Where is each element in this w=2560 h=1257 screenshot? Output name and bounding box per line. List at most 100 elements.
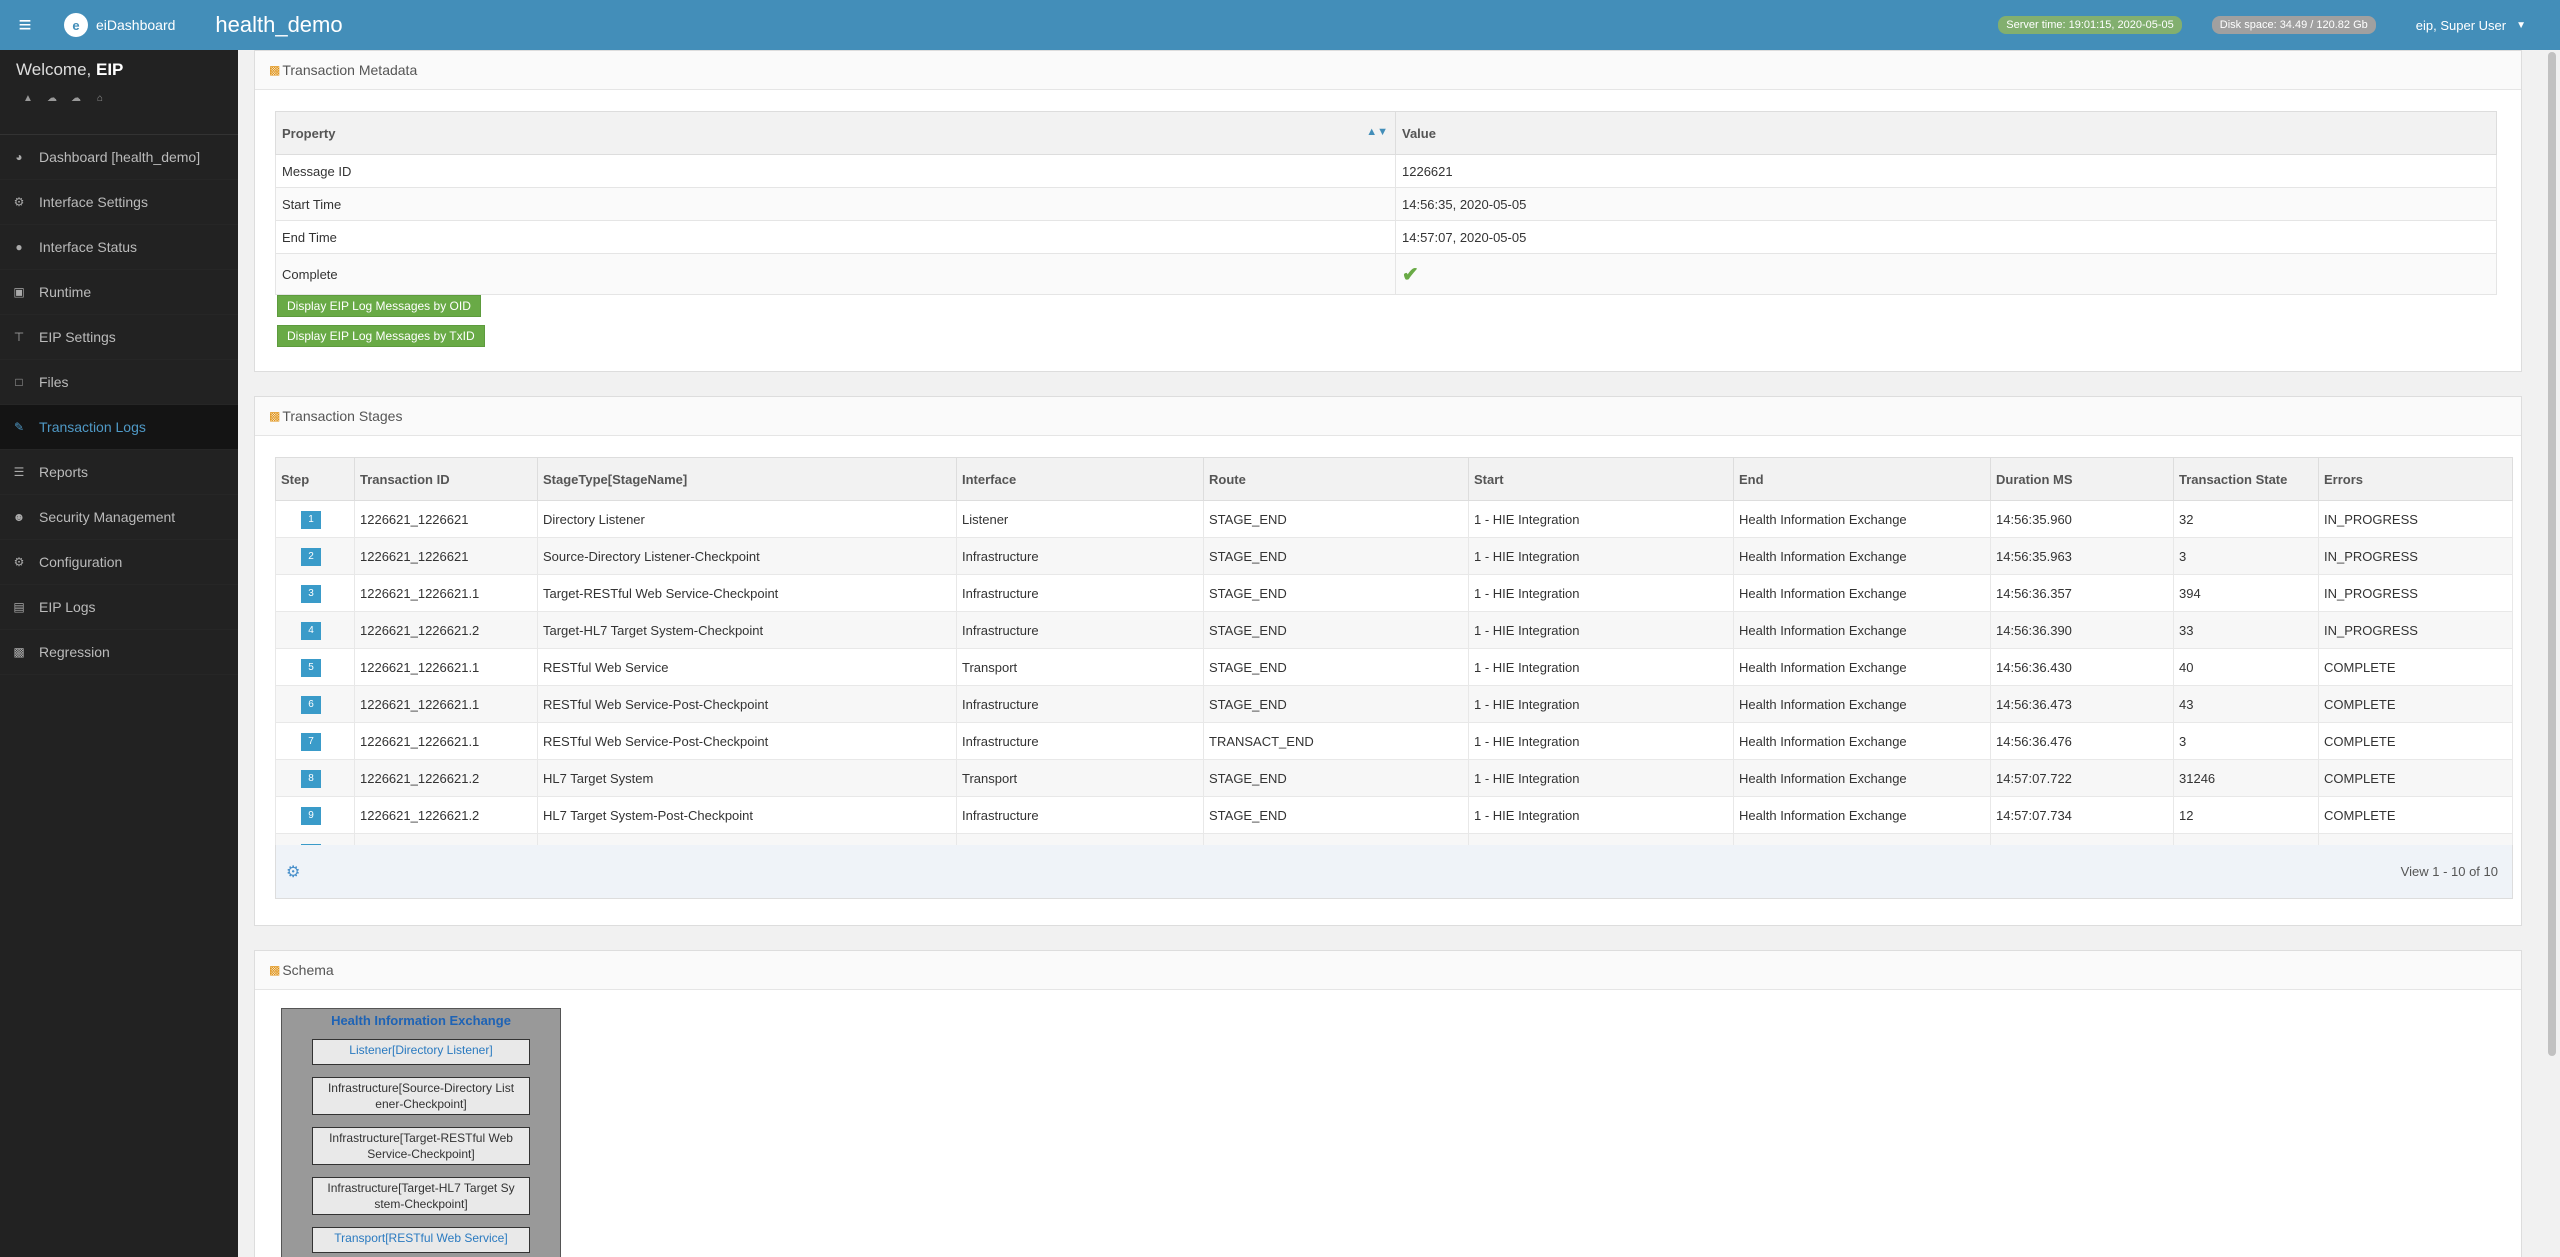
column-header-value[interactable]: Value bbox=[1395, 111, 2497, 155]
schema-node[interactable]: Listener[Directory Listener] bbox=[312, 1039, 530, 1065]
brand-name: eiDashboard bbox=[96, 17, 176, 33]
start-cell: 1 - HIE Integration bbox=[1468, 722, 1734, 760]
tachometer-icon: ◕ bbox=[15, 150, 23, 164]
start-cell: 1 - HIE Integration bbox=[1468, 796, 1734, 834]
column-header-errors[interactable]: Errors bbox=[2318, 457, 2513, 501]
column-header-start[interactable]: Start bbox=[1468, 457, 1734, 501]
sidebar-item-regression[interactable]: ▩ Regression bbox=[0, 630, 238, 675]
step-badge[interactable]: 9 bbox=[301, 806, 321, 825]
user-menu[interactable]: eip, Super User ▼ bbox=[2416, 18, 2526, 33]
display-log-by-txid-button[interactable]: Display EIP Log Messages by TxID bbox=[277, 325, 485, 347]
sidebar-item-transaction-logs[interactable]: ✎ Transaction Logs bbox=[0, 405, 238, 450]
sidebar-item-label: Interface Status bbox=[39, 239, 138, 255]
desktop-icon: ▣ bbox=[13, 285, 25, 299]
step-badge[interactable]: 4 bbox=[301, 621, 321, 640]
home-icon[interactable]: ⌂ bbox=[88, 90, 112, 106]
column-header-transaction-id[interactable]: Transaction ID bbox=[354, 457, 538, 501]
duration-cell: 14:56:36.473 bbox=[1990, 685, 2174, 723]
step-cell: 4 bbox=[275, 611, 355, 649]
sidebar-item-interface-status[interactable]: ● Interface Status bbox=[0, 225, 238, 270]
schema-box-title[interactable]: Health Information Exchange bbox=[282, 1013, 560, 1028]
table-row[interactable]: 9 1226621_1226621.2 HL7 Target System-Post… bbox=[275, 796, 2513, 834]
end-cell: Health Information Exchange bbox=[1733, 500, 1991, 538]
route-cell: STAGE_END bbox=[1203, 648, 1469, 686]
sort-icon[interactable]: ▲▼ bbox=[1366, 126, 1388, 138]
route-cell: STAGE_END bbox=[1203, 796, 1469, 834]
disk-space-badge: Disk space: 34.49 / 120.82 Gb bbox=[2211, 16, 2376, 34]
table-row[interactable]: 8 1226621_1226621.2 HL7 Target System Trans… bbox=[275, 759, 2513, 797]
table-row: Start Time 14:56:35, 2020-05-05 bbox=[275, 187, 2497, 221]
txid-cell: 1226621_1226621.1 bbox=[354, 685, 538, 723]
sidebar: Welcome, EIP ▲ ☁ ☁ ⌂ ◕ Dashboard [health_… bbox=[0, 50, 238, 1257]
column-header-stagetype[interactable]: StageType[StageName] bbox=[537, 457, 957, 501]
route-cell: TRANSACT_END bbox=[1203, 722, 1469, 760]
txid-cell: 1226621_1226621.2 bbox=[354, 611, 538, 649]
step-badge[interactable]: 7 bbox=[301, 732, 321, 751]
schema-panel: ▩ Schema Health Information Exchange Lis… bbox=[254, 950, 2522, 1257]
table-row[interactable]: 4 1226621_1226621.2 Target-HL7 Target Syst… bbox=[275, 611, 2513, 649]
table-row[interactable]: 1 1226621_1226621 Directory Listener Listen… bbox=[275, 500, 2513, 538]
value-cell: 14:56:35, 2020-05-05 bbox=[1395, 187, 2497, 221]
state-cell: 3 bbox=[2173, 722, 2319, 760]
app-title: health_demo bbox=[215, 12, 343, 37]
menu-toggle-icon[interactable]: ≡ bbox=[0, 0, 50, 50]
column-header-duration[interactable]: Duration MS bbox=[1990, 457, 2174, 501]
column-header-end[interactable]: End bbox=[1733, 457, 1991, 501]
schema-node[interactable]: Infrastructure[Target-HL7 Target Sy stem-… bbox=[312, 1177, 530, 1215]
sidebar-item-configuration[interactable]: ⚙ Configuration bbox=[0, 540, 238, 585]
users-icon: ☻ bbox=[12, 510, 26, 524]
sidebar-item-eip-settings[interactable]: ⊤ EIP Settings bbox=[0, 315, 238, 360]
column-header-property[interactable]: Property ▲▼ bbox=[275, 111, 1396, 155]
sidebar-item-files[interactable]: □ Files bbox=[0, 360, 238, 405]
errors-cell: COMPLETE bbox=[2318, 722, 2513, 760]
errors-cell: COMPLETE bbox=[2318, 796, 2513, 834]
user-icon[interactable]: ▲ bbox=[16, 90, 40, 106]
display-log-by-oid-button[interactable]: Display EIP Log Messages by OID bbox=[277, 295, 481, 317]
schema-diagram: Health Information Exchange Listener[Dir… bbox=[281, 1008, 561, 1257]
step-badge[interactable]: 5 bbox=[301, 658, 321, 677]
iface-cell: Infrastructure bbox=[956, 722, 1204, 760]
sidebar-item-label: Configuration bbox=[39, 554, 123, 570]
step-badge[interactable]: 3 bbox=[301, 584, 321, 603]
step-badge[interactable]: 6 bbox=[301, 695, 321, 714]
column-header-transaction-state[interactable]: Transaction State bbox=[2173, 457, 2319, 501]
sidebar-item-security-management[interactable]: ☻ Security Management bbox=[0, 495, 238, 540]
cloud-download-icon[interactable]: ☁ bbox=[64, 90, 88, 106]
column-header-route[interactable]: Route bbox=[1203, 457, 1469, 501]
step-badge[interactable]: 2 bbox=[301, 547, 321, 566]
panel-title: Schema bbox=[282, 962, 334, 978]
sidebar-item-label: Interface Settings bbox=[39, 194, 148, 210]
cloud-upload-icon[interactable]: ☁ bbox=[40, 90, 64, 106]
schema-node[interactable]: Infrastructure[Source-Directory List ener… bbox=[312, 1077, 530, 1115]
sidebar-item-label: EIP Settings bbox=[39, 329, 116, 345]
table-row: Complete ✔ bbox=[275, 253, 2497, 295]
table-row[interactable]: 2 1226621_1226621 Source-Directory Listene… bbox=[275, 537, 2513, 575]
sidebar-item-runtime[interactable]: ▣ Runtime bbox=[0, 270, 238, 315]
brand[interactable]: e eiDashboard bbox=[64, 13, 175, 37]
schema-node[interactable]: Transport[RESTful Web Service] bbox=[312, 1227, 530, 1253]
table-row[interactable]: 7 1226621_1226621.1 RESTful Web Service-Po… bbox=[275, 722, 2513, 760]
scrollbar-thumb[interactable] bbox=[2548, 52, 2556, 1056]
sidebar-item-interface-settings[interactable]: ⚙ Interface Settings bbox=[0, 180, 238, 225]
table-row[interactable]: 6 1226621_1226621.1 RESTful Web Service-Po… bbox=[275, 685, 2513, 723]
table-row[interactable]: 3 1226621_1226621.1 Target-RESTful Web Ser… bbox=[275, 574, 2513, 612]
step-badge[interactable]: 8 bbox=[301, 769, 321, 788]
sidebar-item-reports[interactable]: ☰ Reports bbox=[0, 450, 238, 495]
sidebar-item-dashboard[interactable]: ◕ Dashboard [health_demo] bbox=[0, 135, 238, 180]
cogs-icon[interactable]: ⚙ bbox=[286, 862, 300, 882]
sidebar-item-eip-logs[interactable]: ▤ EIP Logs bbox=[0, 585, 238, 630]
column-header-step[interactable]: Step bbox=[275, 457, 355, 501]
stage-cell: RESTful Web Service bbox=[537, 648, 957, 686]
step-cell: 5 bbox=[275, 648, 355, 686]
step-badge[interactable]: 1 bbox=[301, 510, 321, 529]
table-row[interactable]: 5 1226621_1226621.1 RESTful Web Service Tra… bbox=[275, 648, 2513, 686]
info-icon: ● bbox=[15, 240, 23, 254]
column-header-interface[interactable]: Interface bbox=[956, 457, 1204, 501]
schema-node[interactable]: Infrastructure[Target-RESTful Web Service… bbox=[312, 1127, 530, 1165]
route-cell: STAGE_END bbox=[1203, 537, 1469, 575]
stage-cell: Target-RESTful Web Service-Checkpoint bbox=[537, 574, 957, 612]
gear-icon: ⚙ bbox=[13, 555, 25, 569]
state-cell: 394 bbox=[2173, 574, 2319, 612]
step-cell: 3 bbox=[275, 574, 355, 612]
page-scrollbar[interactable] bbox=[2544, 50, 2560, 1257]
